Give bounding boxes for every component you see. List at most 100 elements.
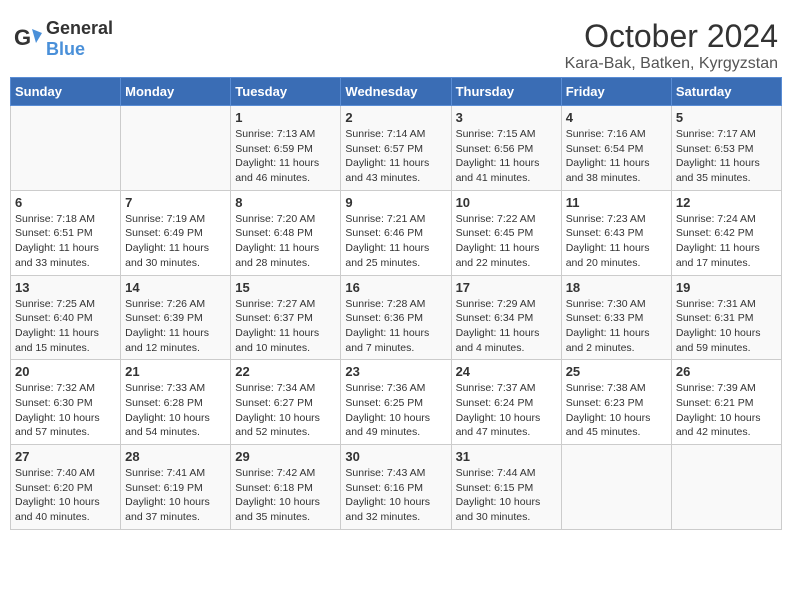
calendar-cell: 31 Sunrise: 7:44 AM Sunset: 6:15 PM Dayli… — [451, 445, 561, 530]
calendar-cell: 12 Sunrise: 7:24 AM Sunset: 6:42 PM Dayli… — [671, 190, 781, 275]
page-header: G General Blue October 2024 Kara-Bak, Ba… — [10, 10, 782, 77]
calendar-cell: 7 Sunrise: 7:19 AM Sunset: 6:49 PM Daylig… — [121, 190, 231, 275]
day-number: 13 — [15, 280, 116, 295]
day-number: 4 — [566, 110, 667, 125]
day-number: 31 — [456, 449, 557, 464]
day-number: 5 — [676, 110, 777, 125]
calendar-cell: 23 Sunrise: 7:36 AM Sunset: 6:25 PM Dayli… — [341, 360, 451, 445]
day-number: 11 — [566, 195, 667, 210]
day-info: Sunrise: 7:14 AM Sunset: 6:57 PM Dayligh… — [345, 127, 446, 186]
day-info: Sunrise: 7:13 AM Sunset: 6:59 PM Dayligh… — [235, 127, 336, 186]
day-info: Sunrise: 7:34 AM Sunset: 6:27 PM Dayligh… — [235, 381, 336, 440]
title-area: October 2024 Kara-Bak, Batken, Kyrgyzsta… — [565, 18, 778, 73]
day-info: Sunrise: 7:18 AM Sunset: 6:51 PM Dayligh… — [15, 212, 116, 271]
day-info: Sunrise: 7:36 AM Sunset: 6:25 PM Dayligh… — [345, 381, 446, 440]
calendar-cell: 9 Sunrise: 7:21 AM Sunset: 6:46 PM Daylig… — [341, 190, 451, 275]
calendar-week-row: 20 Sunrise: 7:32 AM Sunset: 6:30 PM Dayli… — [11, 360, 782, 445]
day-number: 25 — [566, 364, 667, 379]
day-info: Sunrise: 7:24 AM Sunset: 6:42 PM Dayligh… — [676, 212, 777, 271]
day-number: 12 — [676, 195, 777, 210]
calendar-cell: 26Sunrise: 7:39 AM Sunset: 6:21 PM Dayli… — [671, 360, 781, 445]
day-info: Sunrise: 7:15 AM Sunset: 6:56 PM Dayligh… — [456, 127, 557, 186]
day-number: 27 — [15, 449, 116, 464]
day-number: 29 — [235, 449, 336, 464]
logo-blue: Blue — [46, 39, 85, 59]
day-number: 18 — [566, 280, 667, 295]
day-number: 21 — [125, 364, 226, 379]
day-info: Sunrise: 7:38 AM Sunset: 6:23 PM Dayligh… — [566, 381, 667, 440]
day-info: Sunrise: 7:17 AM Sunset: 6:53 PM Dayligh… — [676, 127, 777, 186]
calendar-week-row: 13 Sunrise: 7:25 AM Sunset: 6:40 PM Dayli… — [11, 275, 782, 360]
day-number: 2 — [345, 110, 446, 125]
day-number: 15 — [235, 280, 336, 295]
calendar-cell: 29 Sunrise: 7:42 AM Sunset: 6:18 PM Dayli… — [231, 445, 341, 530]
day-info: Sunrise: 7:33 AM Sunset: 6:28 PM Dayligh… — [125, 381, 226, 440]
day-number: 20 — [15, 364, 116, 379]
day-info: Sunrise: 7:31 AM Sunset: 6:31 PM Dayligh… — [676, 297, 777, 356]
weekday-header: Friday — [561, 78, 671, 106]
day-info: Sunrise: 7:41 AM Sunset: 6:19 PM Dayligh… — [125, 466, 226, 525]
calendar-cell: 8 Sunrise: 7:20 AM Sunset: 6:48 PM Daylig… — [231, 190, 341, 275]
weekday-header: Tuesday — [231, 78, 341, 106]
day-info: Sunrise: 7:22 AM Sunset: 6:45 PM Dayligh… — [456, 212, 557, 271]
calendar-cell — [11, 106, 121, 191]
day-number: 16 — [345, 280, 446, 295]
calendar-cell: 1 Sunrise: 7:13 AM Sunset: 6:59 PM Daylig… — [231, 106, 341, 191]
day-info: Sunrise: 7:40 AM Sunset: 6:20 PM Dayligh… — [15, 466, 116, 525]
calendar-cell: 21 Sunrise: 7:33 AM Sunset: 6:28 PM Dayli… — [121, 360, 231, 445]
calendar-body: 1 Sunrise: 7:13 AM Sunset: 6:59 PM Daylig… — [11, 106, 782, 530]
calendar-cell — [121, 106, 231, 191]
day-number: 8 — [235, 195, 336, 210]
day-info: Sunrise: 7:26 AM Sunset: 6:39 PM Dayligh… — [125, 297, 226, 356]
day-info: Sunrise: 7:43 AM Sunset: 6:16 PM Dayligh… — [345, 466, 446, 525]
day-info: Sunrise: 7:21 AM Sunset: 6:46 PM Dayligh… — [345, 212, 446, 271]
day-number: 1 — [235, 110, 336, 125]
day-info: Sunrise: 7:42 AM Sunset: 6:18 PM Dayligh… — [235, 466, 336, 525]
calendar-cell: 13 Sunrise: 7:25 AM Sunset: 6:40 PM Dayli… — [11, 275, 121, 360]
day-info: Sunrise: 7:39 AM Sunset: 6:21 PM Dayligh… — [676, 381, 777, 440]
day-info: Sunrise: 7:44 AM Sunset: 6:15 PM Dayligh… — [456, 466, 557, 525]
day-number: 24 — [456, 364, 557, 379]
day-info: Sunrise: 7:37 AM Sunset: 6:24 PM Dayligh… — [456, 381, 557, 440]
weekday-header: Thursday — [451, 78, 561, 106]
calendar-header-row: SundayMondayTuesdayWednesdayThursdayFrid… — [11, 78, 782, 106]
calendar-cell: 18Sunrise: 7:30 AM Sunset: 6:33 PM Dayli… — [561, 275, 671, 360]
day-number: 9 — [345, 195, 446, 210]
day-info: Sunrise: 7:29 AM Sunset: 6:34 PM Dayligh… — [456, 297, 557, 356]
calendar-cell: 6 Sunrise: 7:18 AM Sunset: 6:51 PM Daylig… — [11, 190, 121, 275]
day-number: 14 — [125, 280, 226, 295]
day-number: 30 — [345, 449, 446, 464]
calendar-cell: 25 Sunrise: 7:38 AM Sunset: 6:23 PM Dayli… — [561, 360, 671, 445]
calendar-cell: 2 Sunrise: 7:14 AM Sunset: 6:57 PM Daylig… — [341, 106, 451, 191]
day-info: Sunrise: 7:19 AM Sunset: 6:49 PM Dayligh… — [125, 212, 226, 271]
svg-text:G: G — [14, 25, 31, 50]
day-number: 23 — [345, 364, 446, 379]
day-number: 19 — [676, 280, 777, 295]
calendar-cell: 14 Sunrise: 7:26 AM Sunset: 6:39 PM Dayli… — [121, 275, 231, 360]
calendar-cell: 3Sunrise: 7:15 AM Sunset: 6:56 PM Daylig… — [451, 106, 561, 191]
calendar-cell: 17 Sunrise: 7:29 AM Sunset: 6:34 PM Dayli… — [451, 275, 561, 360]
day-number: 6 — [15, 195, 116, 210]
calendar-cell: 11Sunrise: 7:23 AM Sunset: 6:43 PM Dayli… — [561, 190, 671, 275]
day-number: 17 — [456, 280, 557, 295]
logo: G General Blue — [14, 18, 113, 60]
calendar-week-row: 6 Sunrise: 7:18 AM Sunset: 6:51 PM Daylig… — [11, 190, 782, 275]
logo-icon: G — [14, 25, 42, 53]
logo-general: General — [46, 18, 113, 38]
day-info: Sunrise: 7:27 AM Sunset: 6:37 PM Dayligh… — [235, 297, 336, 356]
calendar-cell: 28Sunrise: 7:41 AM Sunset: 6:19 PM Dayli… — [121, 445, 231, 530]
day-info: Sunrise: 7:20 AM Sunset: 6:48 PM Dayligh… — [235, 212, 336, 271]
day-number: 7 — [125, 195, 226, 210]
calendar-cell: 10 Sunrise: 7:22 AM Sunset: 6:45 PM Dayli… — [451, 190, 561, 275]
weekday-header: Wednesday — [341, 78, 451, 106]
day-info: Sunrise: 7:16 AM Sunset: 6:54 PM Dayligh… — [566, 127, 667, 186]
calendar-cell: 16 Sunrise: 7:28 AM Sunset: 6:36 PM Dayli… — [341, 275, 451, 360]
day-info: Sunrise: 7:32 AM Sunset: 6:30 PM Dayligh… — [15, 381, 116, 440]
calendar-cell: 22Sunrise: 7:34 AM Sunset: 6:27 PM Dayli… — [231, 360, 341, 445]
day-number: 10 — [456, 195, 557, 210]
calendar-cell: 30 Sunrise: 7:43 AM Sunset: 6:16 PM Dayli… — [341, 445, 451, 530]
calendar-cell: 15 Sunrise: 7:27 AM Sunset: 6:37 PM Dayli… — [231, 275, 341, 360]
day-info: Sunrise: 7:25 AM Sunset: 6:40 PM Dayligh… — [15, 297, 116, 356]
day-info: Sunrise: 7:28 AM Sunset: 6:36 PM Dayligh… — [345, 297, 446, 356]
weekday-header: Saturday — [671, 78, 781, 106]
